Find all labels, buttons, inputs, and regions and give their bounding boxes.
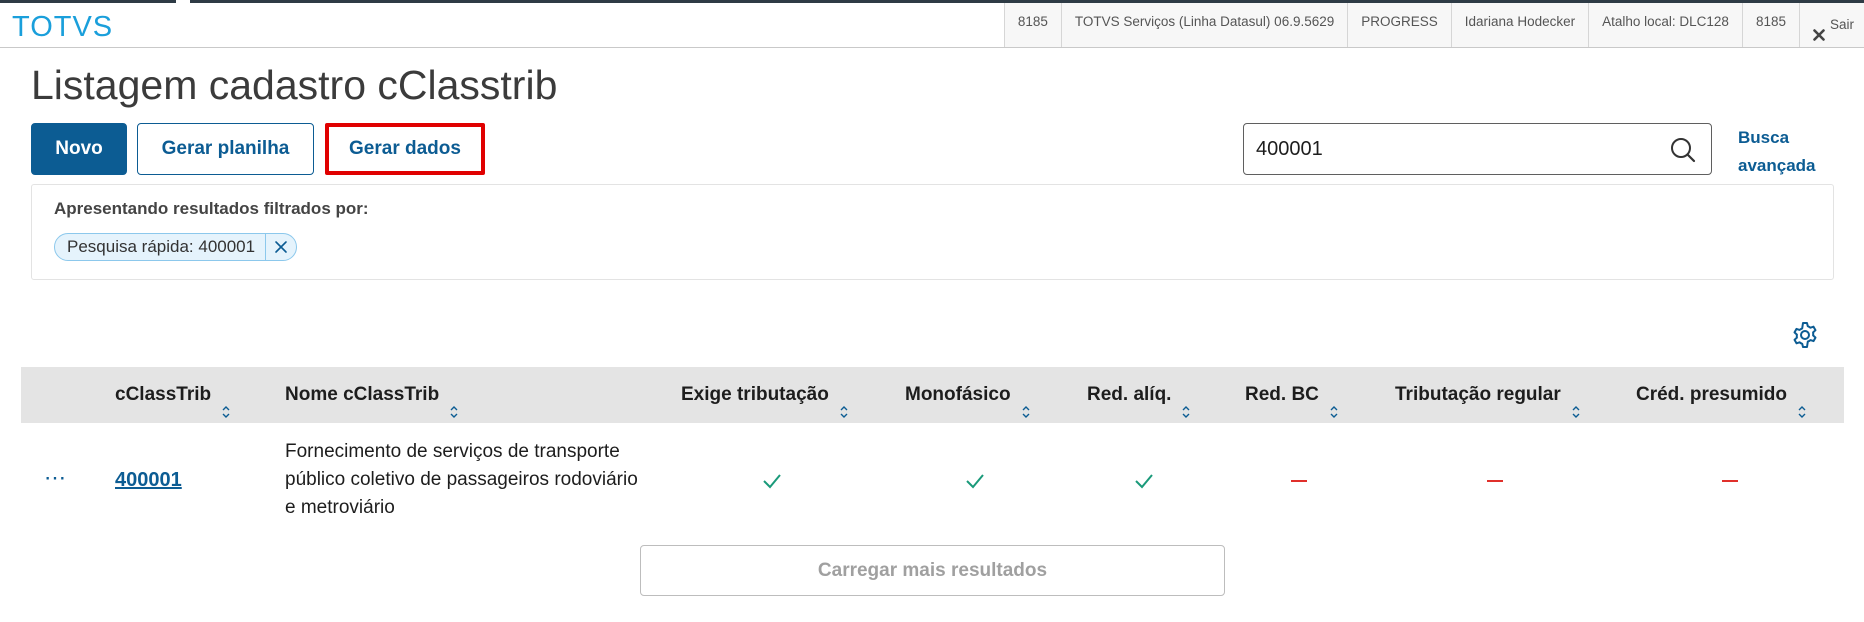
- check-icon: [964, 470, 986, 492]
- user-name: Idariana Hodecker: [1450, 3, 1589, 47]
- search-icon[interactable]: [1669, 136, 1697, 164]
- table-header: cClassTrib Nome cClassTrib Exige tributa…: [21, 367, 1844, 423]
- generate-spreadsheet-button[interactable]: Gerar planilha: [137, 123, 314, 175]
- sort-icon: [1797, 387, 1807, 418]
- database-type: PROGRESS: [1347, 3, 1451, 47]
- advanced-search-line2: avançada: [1738, 156, 1816, 175]
- advanced-search-link[interactable]: Busca avançada: [1738, 124, 1828, 180]
- dash-icon: [1719, 470, 1741, 492]
- search-box: [1243, 123, 1712, 175]
- advanced-search-line1: Busca: [1738, 128, 1790, 147]
- column-label: Red. BC: [1245, 384, 1319, 405]
- column-label: Tributação regular: [1395, 384, 1561, 405]
- session-info: 8185 TOTVS Serviços (Linha Datasul) 06.9…: [1003, 3, 1864, 47]
- column-header-cclasstrib[interactable]: cClassTrib: [115, 367, 231, 423]
- cclasstrib-name: Fornecimento de serviços de transporte p…: [285, 441, 638, 518]
- filter-chip-label: Pesquisa rápida: 400001: [55, 234, 267, 260]
- sort-icon: [1021, 387, 1031, 418]
- column-header-name[interactable]: Nome cClassTrib: [285, 367, 459, 423]
- column-header-presumed-credit[interactable]: Créd. presumido: [1636, 367, 1807, 423]
- local-shortcut: Atalho local: DLC128: [1588, 3, 1742, 47]
- totvs-logo[interactable]: TOTVS: [12, 11, 113, 44]
- dash-icon: [1288, 470, 1310, 492]
- active-tab-gap: [176, 0, 190, 3]
- cclasstrib-code-link[interactable]: 400001: [115, 469, 182, 492]
- page-title: Listagem cadastro cClasstrib: [31, 62, 558, 108]
- column-header-regular-taxation[interactable]: Tributação regular: [1395, 367, 1581, 423]
- close-icon: [1813, 18, 1825, 41]
- check-icon: [761, 470, 783, 492]
- company-code: 8185: [1003, 3, 1061, 47]
- sort-icon: [1571, 387, 1581, 418]
- sort-icon: [1329, 387, 1339, 418]
- product-version: TOTVS Serviços (Linha Datasul) 06.9.5629: [1060, 3, 1348, 47]
- exit-button[interactable]: Sair: [1798, 3, 1864, 47]
- column-header-requires-taxation[interactable]: Exige tributação: [681, 367, 849, 423]
- column-label: Monofásico: [905, 384, 1011, 405]
- column-label: cClassTrib: [115, 384, 212, 405]
- column-label: Nome cClassTrib: [285, 384, 440, 405]
- close-icon: [275, 241, 287, 253]
- column-header-rate-reduction[interactable]: Red. alíq.: [1087, 367, 1191, 423]
- column-header-base-reduction[interactable]: Red. BC: [1245, 367, 1339, 423]
- establishment-code: 8185: [1741, 3, 1799, 47]
- column-label: Exige tributação: [681, 384, 829, 405]
- filter-label: Apresentando resultados filtrados por:: [54, 199, 369, 218]
- dash-icon: [1484, 470, 1506, 492]
- remove-filter-button[interactable]: [266, 234, 296, 260]
- new-button[interactable]: Novo: [31, 123, 127, 175]
- column-header-monophasic[interactable]: Monofásico: [905, 367, 1031, 423]
- check-icon: [1133, 470, 1155, 492]
- generate-data-button[interactable]: Gerar dados: [325, 123, 485, 175]
- load-more-button[interactable]: Carregar mais resultados: [640, 545, 1225, 596]
- column-label: Créd. presumido: [1636, 384, 1787, 405]
- sort-icon: [221, 387, 231, 418]
- filter-panel: Apresentando resultados filtrados por: P…: [31, 184, 1834, 280]
- sort-icon: [839, 387, 849, 418]
- sort-icon: [449, 387, 459, 418]
- gear-icon[interactable]: [1790, 320, 1820, 350]
- row-actions-button[interactable]: ⋯: [44, 465, 68, 491]
- top-bar: TOTVS 8185 TOTVS Serviços (Linha Datasul…: [0, 0, 1864, 48]
- search-input[interactable]: [1256, 124, 1656, 174]
- exit-label: Sair: [1829, 17, 1854, 32]
- column-label: Red. alíq.: [1087, 384, 1172, 405]
- sort-icon: [1181, 387, 1191, 418]
- filter-chip: Pesquisa rápida: 400001: [54, 233, 298, 261]
